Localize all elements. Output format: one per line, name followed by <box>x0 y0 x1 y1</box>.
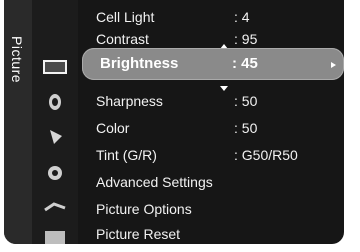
menu-item-value: : G50/R50 <box>234 147 298 163</box>
menu-item-advanced-settings[interactable]: Advanced Settings <box>92 169 342 195</box>
menu-item-label: Cell Light <box>96 9 155 25</box>
menu-item-picture-options[interactable]: Picture Options <box>92 196 342 222</box>
sidebar: Picture <box>4 0 32 244</box>
menu-item-sharpness[interactable]: Sharpness : 50 <box>92 88 342 114</box>
menu-item-value: : 4 <box>234 9 250 25</box>
setup-icon[interactable] <box>42 164 68 182</box>
osd-menu: Picture Cell Light : 4 Contrast : 95 Bri… <box>4 0 344 244</box>
menu-item-label: Picture Options <box>96 201 192 217</box>
menu-item-tint[interactable]: Tint (G/R) : G50/R50 <box>92 142 342 168</box>
menu-item-label: Sharpness <box>96 93 163 109</box>
picture-icon[interactable] <box>42 58 68 76</box>
menu-item-value: : 50 <box>234 120 258 136</box>
menu-item-label: Color <box>96 120 130 136</box>
category-icons <box>32 0 78 244</box>
menu-item-color[interactable]: Color : 50 <box>92 115 342 141</box>
chevron-right-icon <box>331 62 336 68</box>
support-icon[interactable] <box>42 228 68 244</box>
menu-item-label: Advanced Settings <box>96 174 213 190</box>
menu-item-value: : 95 <box>234 31 258 47</box>
menu-item-label: Picture Reset <box>96 226 181 242</box>
menu-item-label: Brightness <box>100 55 179 72</box>
menu-item-brightness[interactable]: Brightness : 45 <box>82 48 344 80</box>
channel-icon[interactable] <box>42 128 68 146</box>
menu-item-value: : 50 <box>234 93 258 109</box>
menu-item-label: Contrast <box>96 31 149 47</box>
menu-item-value: : 45 <box>232 55 258 72</box>
menu-item-picture-reset[interactable]: Picture Reset <box>92 221 342 244</box>
input-icon[interactable] <box>42 198 68 216</box>
sidebar-title: Picture <box>9 36 25 84</box>
menu-item-label: Tint (G/R) <box>96 147 157 163</box>
sound-icon[interactable] <box>42 93 68 111</box>
